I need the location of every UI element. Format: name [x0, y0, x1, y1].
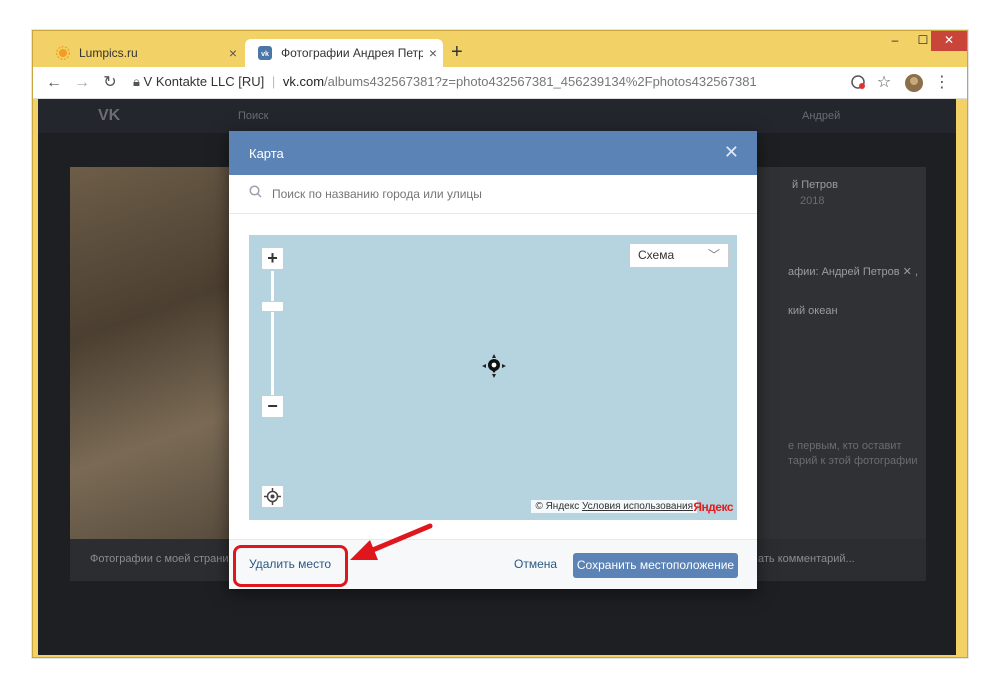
vk-icon: vk	[257, 45, 273, 61]
lock-icon: 🔒︎	[133, 74, 140, 89]
yandex-logo: Яндекс	[693, 500, 733, 514]
tab-title: Фотографии Андрея Петрова –	[281, 46, 423, 60]
tab-title: Lumpics.ru	[79, 46, 138, 60]
zoom-track[interactable]	[271, 271, 274, 395]
zoom-in-button[interactable]: +	[261, 247, 284, 270]
minimize-button[interactable]: –	[881, 31, 909, 51]
reload-icon[interactable]: ↻	[101, 74, 119, 92]
terms-of-use-link[interactable]: Условия использования	[582, 501, 693, 512]
url-path: /albums432567381?z=photo432567381_456239…	[324, 74, 757, 89]
crosshair-icon	[264, 488, 281, 505]
site-identity: V Kontakte LLC [RU]	[143, 74, 265, 89]
tab-lumpics[interactable]: Lumpics.ru ×	[43, 39, 243, 67]
svg-text:vk: vk	[261, 51, 269, 58]
map-area[interactable]: + − Схема ﹀ © Яндекс Условия использован…	[249, 235, 737, 520]
save-location-button[interactable]: Сохранить местоположение	[573, 553, 738, 578]
map-dialog: Карта ✕ + − Схема ﹀ © Яндекс Условия исп…	[229, 131, 757, 589]
extension-icon[interactable]	[849, 74, 867, 92]
back-icon[interactable]: ←	[45, 74, 63, 92]
geolocation-button[interactable]	[261, 485, 284, 508]
attribution-brand: © Яндекс	[535, 501, 580, 512]
map-pin-icon[interactable]	[479, 351, 509, 381]
avatar[interactable]	[905, 74, 923, 92]
zoom-out-button[interactable]: −	[261, 395, 284, 418]
highlight-box	[233, 545, 348, 587]
chevron-down-icon: ﹀	[707, 248, 720, 262]
tab-close-icon[interactable]: ×	[423, 45, 443, 61]
menu-dots-icon[interactable]: ⋮	[933, 74, 951, 92]
address-bar[interactable]: 🔒︎ V Kontakte LLC [RU] | vk.com/albums43…	[133, 74, 757, 90]
window-close-button[interactable]: ✕	[931, 31, 967, 51]
toolbar: ← → ↻ 🔒︎ V Kontakte LLC [RU] | vk.com/al…	[33, 67, 967, 99]
map-type-value: Схема	[638, 248, 675, 262]
sun-icon	[55, 45, 71, 61]
search-bar	[229, 175, 757, 214]
map-attribution: © Яндекс Условия использования	[531, 500, 697, 513]
annotation-arrow-icon	[350, 523, 433, 560]
url-host: vk.com	[282, 74, 325, 89]
dialog-header: Карта ✕	[229, 131, 757, 175]
forward-icon[interactable]: →	[73, 74, 91, 92]
close-icon[interactable]: ✕	[724, 143, 739, 161]
bookmark-star-icon[interactable]: ☆	[875, 74, 893, 92]
search-icon	[249, 185, 262, 203]
tab-close-icon[interactable]: ×	[223, 45, 243, 61]
cancel-button[interactable]: Отмена	[514, 557, 557, 571]
dialog-title: Карта	[249, 145, 284, 161]
map-type-select[interactable]: Схема ﹀	[629, 243, 729, 268]
tab-vk-photos[interactable]: vk Фотографии Андрея Петрова – ×	[245, 39, 443, 67]
zoom-slider-handle[interactable]	[261, 301, 284, 312]
search-input[interactable]	[272, 187, 692, 201]
new-tab-button[interactable]: +	[451, 42, 463, 62]
tab-strip: Lumpics.ru × vk Фотографии Андрея Петров…	[33, 31, 967, 67]
